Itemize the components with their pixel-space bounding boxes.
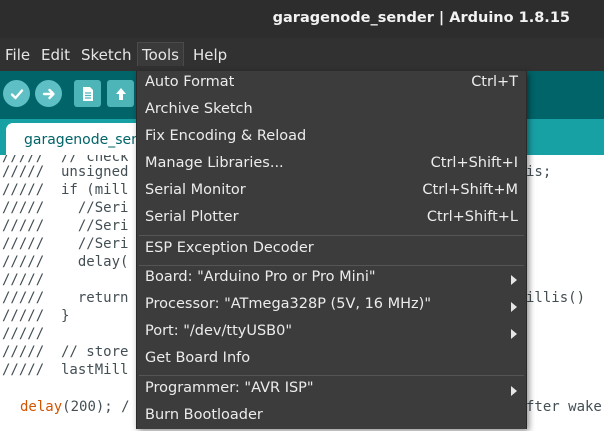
menu-item-label: Port: "/dev/ttyUSB0" [145, 323, 292, 339]
menu-sketch[interactable]: Sketch [81, 46, 132, 64]
title-bar: garagenode_sender | Arduino 1.8.15 [0, 0, 604, 38]
menu-item-manage-libraries[interactable]: Manage Libraries... Ctrl+Shift+I [137, 152, 526, 179]
code-fragment: is; [526, 164, 552, 180]
menu-item-shortcut: Ctrl+Shift+M [422, 182, 518, 198]
menu-item-label: ESP Exception Decoder [145, 240, 314, 256]
menu-item-label: Serial Monitor [145, 182, 246, 198]
menu-bar: File Edit Sketch Tools Help [0, 38, 604, 71]
menu-item-esp-exception-decoder[interactable]: ESP Exception Decoder [137, 237, 526, 264]
menu-item-processor[interactable]: Processor: "ATmega328P (5V, 16 MHz)" [137, 293, 526, 320]
new-file-icon [82, 86, 93, 101]
menu-item-port[interactable]: Port: "/dev/ttyUSB0" [137, 320, 526, 347]
code-line-delay: delay(200); / [20, 398, 130, 416]
menu-item-label: Processor: "ATmega328P (5V, 16 MHz)" [145, 296, 431, 312]
upload-button[interactable] [35, 80, 62, 107]
menu-item-label: Board: "Arduino Pro or Pro Mini" [145, 269, 376, 285]
submenu-arrow-icon [511, 386, 517, 396]
menu-help[interactable]: Help [193, 46, 227, 64]
menu-item-label: Serial Plotter [145, 209, 239, 225]
menu-item-programmer[interactable]: Programmer: "AVR ISP" [137, 377, 526, 404]
tab-label: garagenode_sen [24, 132, 141, 148]
code-line: ///// [2, 272, 45, 288]
tab-sketch[interactable]: garagenode_sen [6, 123, 156, 155]
code-keyword: delay [20, 399, 63, 415]
code-fragment: illis() [526, 290, 586, 306]
code-line: ///// } [2, 308, 70, 324]
code-line: ///// return [2, 290, 129, 306]
menu-item-label: Auto Format [145, 74, 235, 90]
menu-tools[interactable]: Tools [137, 42, 184, 66]
menu-separator [139, 375, 524, 376]
menu-item-label: Programmer: "AVR ISP" [145, 380, 314, 396]
menu-item-shortcut: Ctrl+Shift+I [430, 155, 518, 171]
code-line: ///// lastMill [2, 362, 129, 378]
code-line: ///// if (mill [2, 182, 129, 198]
new-sketch-button[interactable] [74, 80, 101, 107]
open-sketch-button[interactable] [107, 80, 134, 107]
menu-item-serial-monitor[interactable]: Serial Monitor Ctrl+Shift+M [137, 179, 526, 206]
menu-item-fix-encoding[interactable]: Fix Encoding & Reload [137, 125, 526, 152]
menu-item-label: Fix Encoding & Reload [145, 128, 307, 144]
submenu-arrow-icon [511, 302, 517, 312]
verify-button[interactable] [3, 80, 30, 107]
submenu-arrow-icon [511, 329, 517, 339]
menu-item-archive-sketch[interactable]: Archive Sketch [137, 98, 526, 125]
menu-item-shortcut: Ctrl+T [471, 74, 518, 90]
menu-item-board[interactable]: Board: "Arduino Pro or Pro Mini" [137, 266, 526, 293]
code-line: ///// //Seri [2, 218, 129, 234]
menu-item-label: Archive Sketch [145, 101, 253, 117]
menu-item-serial-plotter[interactable]: Serial Plotter Ctrl+Shift+L [137, 206, 526, 233]
upload-arrow-icon [42, 88, 55, 99]
menu-item-label: Manage Libraries... [145, 155, 284, 171]
menu-item-label: Burn Bootloader [145, 407, 263, 423]
menu-file[interactable]: File [5, 46, 30, 64]
tools-menu: Auto Format Ctrl+T Archive Sketch Fix En… [136, 71, 527, 429]
submenu-arrow-icon [511, 275, 517, 285]
menu-item-burn-bootloader[interactable]: Burn Bootloader [137, 404, 526, 431]
window-title: garagenode_sender | Arduino 1.8.15 [272, 10, 570, 26]
menu-item-label: Get Board Info [145, 350, 251, 366]
menu-item-auto-format[interactable]: Auto Format Ctrl+T [137, 71, 526, 98]
menu-separator [139, 235, 524, 236]
code-line: ///// // store [2, 344, 129, 360]
verify-check-icon [10, 88, 23, 99]
menu-edit[interactable]: Edit [41, 46, 70, 64]
code-line: ///// unsigned [2, 164, 129, 180]
code-line: ///// delay( [2, 254, 129, 270]
code-line: ///// [2, 326, 45, 342]
menu-item-shortcut: Ctrl+Shift+L [426, 209, 518, 225]
code-line: ///// //Seri [2, 200, 129, 216]
code-text: (200); / [62, 399, 130, 415]
menu-item-get-board-info[interactable]: Get Board Info [137, 347, 526, 374]
code-fragment: fter wake [526, 399, 602, 415]
open-arrow-icon [115, 87, 126, 100]
code-line: ///// //Seri [2, 236, 129, 252]
